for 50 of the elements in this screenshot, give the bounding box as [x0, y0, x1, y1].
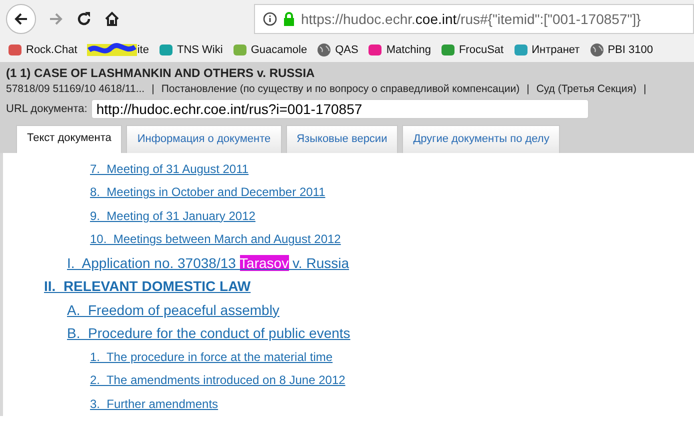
url-label: URL документа:: [6, 103, 88, 115]
lock-icon: [283, 12, 295, 26]
globe-icon: [317, 43, 332, 57]
bookmark-icon: [232, 43, 247, 57]
bookmark[interactable]: TNS Wiki: [158, 43, 223, 57]
scribble-mark: [87, 42, 138, 58]
globe-icon: [590, 43, 604, 57]
meta-text: Суд (Третья Секция): [536, 83, 636, 95]
toc-link[interactable]: 8. Meetings in October and December 2011: [90, 185, 326, 200]
bookmark-icon: [158, 43, 173, 57]
home-icon[interactable]: [104, 11, 120, 27]
toc-link[interactable]: 9. Meeting of 31 January 2012: [90, 208, 256, 223]
bookmark[interactable]: Rock.Chat: [8, 43, 78, 57]
back-button[interactable]: [6, 4, 36, 34]
meta-text: |: [152, 83, 154, 95]
bookmark-icon: [368, 43, 382, 57]
reload-icon[interactable]: [76, 11, 92, 27]
meta-text: 57818/09 51169/10 4618/11...: [6, 83, 145, 95]
meta-text: |: [643, 83, 646, 95]
back-arrow-icon: [13, 11, 29, 27]
url-field[interactable]: http://hudoc.echr.coe.int/rus?i=001-170857: [91, 99, 590, 119]
toc-link[interactable]: 1. The procedure in force at the material time: [90, 350, 333, 364]
tab[interactable]: Другие документы по делу: [402, 125, 560, 153]
bookmark[interactable]: PBI 3100: [590, 43, 653, 57]
document-title: (1 1) CASE OF LASHMANKIN AND OTHERS v. RUSSIA: [6, 66, 316, 80]
tab[interactable]: Информация о документе: [126, 125, 282, 153]
bookmark-icon: [514, 43, 528, 57]
bookmark[interactable]: Интранет: [514, 43, 580, 57]
bookmark[interactable]: Guacamole: [232, 43, 308, 57]
bookmark[interactable]: ite: [87, 42, 149, 58]
tab[interactable]: Текст документа: [16, 125, 122, 153]
bookmark[interactable]: FrocuSat: [440, 43, 504, 57]
toc-link[interactable]: II. RELEVANT DOMESTIC LAW: [44, 278, 251, 294]
meta-text: |: [526, 83, 530, 95]
meta-text: Постановление (по существу и по вопросу о справедливой компенсации): [161, 83, 520, 95]
toc-link[interactable]: A. Freedom of peaceful assembly: [67, 302, 280, 318]
bookmark-icon: [8, 43, 22, 57]
toc-link[interactable]: 7. Meeting of 31 August 2011: [90, 162, 249, 176]
url-text: https://hudoc.echr.coe.int/rus#{"itemid":["001-170857"]}: [301, 11, 641, 27]
toc-link[interactable]: I. Application no. 37038/13 Tarasov v. Russia: [67, 254, 350, 271]
tab[interactable]: Языковые версии: [286, 125, 398, 153]
bookmark[interactable]: QAS: [317, 43, 358, 57]
bookmark[interactable]: Matching: [368, 43, 431, 57]
bookmark-icon: [440, 43, 455, 57]
address-bar[interactable]: https://hudoc.echr.coe.int/rus#{"itemid":["001-170857"]}: [254, 4, 694, 34]
toc-link[interactable]: 3. Further amendments: [90, 396, 218, 411]
info-icon[interactable]: [263, 12, 277, 26]
toc-link[interactable]: 2. The amendments introduced on 8 June 2012: [90, 373, 346, 388]
toc-link[interactable]: B. Procedure for the conduct of public events: [67, 325, 350, 342]
toc-link[interactable]: 10. Meetings between March and August 2012: [90, 232, 341, 246]
